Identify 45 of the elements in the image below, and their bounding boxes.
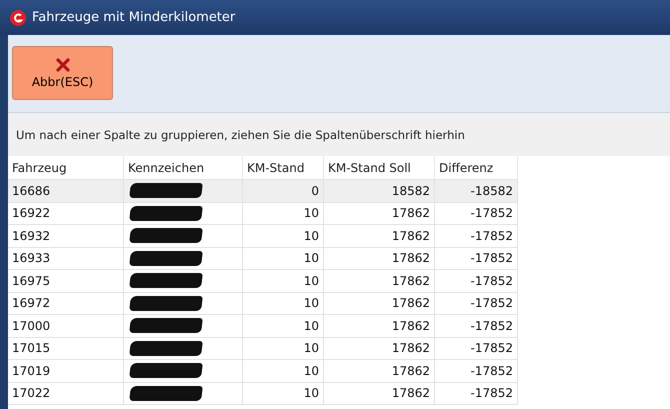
table-cell: 10 xyxy=(242,202,324,224)
table-cell: 17862 xyxy=(324,202,434,224)
table-cell: -17852 xyxy=(434,202,518,224)
table-cell: 10 xyxy=(242,247,324,270)
cancel-button[interactable]: Abbr(ESC) xyxy=(12,46,113,100)
table-cell: 10 xyxy=(242,314,324,337)
group-panel-hint: Um nach einer Spalte zu gruppieren, ziehen Sie die Spaltenüberschrift hierhin xyxy=(16,128,465,142)
table-cell: 16972 xyxy=(8,292,124,314)
table-cell: -17852 xyxy=(434,292,518,314)
table-cell: 18582 xyxy=(324,180,434,202)
table-cell: -17852 xyxy=(434,224,518,247)
app-logo-icon xyxy=(10,10,26,26)
window-title: Fahrzeuge mit Minderkilometer xyxy=(32,10,236,25)
table-cell: -17852 xyxy=(434,360,518,382)
table-cell: 17862 xyxy=(324,314,434,337)
table-cell: -17852 xyxy=(434,314,518,337)
table-cell: 17862 xyxy=(324,292,434,314)
table-cell: 16686 xyxy=(8,180,124,202)
table-cell: 10 xyxy=(242,360,324,382)
table-cell: 17022 xyxy=(8,382,124,404)
table-cell: 17862 xyxy=(324,247,434,270)
table-cell: 16933 xyxy=(8,247,124,270)
table-cell: 17862 xyxy=(324,224,434,247)
close-icon xyxy=(54,57,70,73)
table-cell: -17852 xyxy=(434,337,518,360)
table-cell: 10 xyxy=(242,292,324,314)
table-cell: 17862 xyxy=(324,382,434,404)
table-cell: 10 xyxy=(242,224,324,247)
table-cell: 17019 xyxy=(8,360,124,382)
table-cell: 17862 xyxy=(324,270,434,292)
table-cell: 17862 xyxy=(324,360,434,382)
table-cell: -17852 xyxy=(434,247,518,270)
table-cell: -17852 xyxy=(434,382,518,404)
table-cell: -18582 xyxy=(434,180,518,202)
table-cell: 17000 xyxy=(8,314,124,337)
table-cell: 10 xyxy=(242,337,324,360)
table-cell: -17852 xyxy=(434,270,518,292)
table-cell: 17862 xyxy=(324,337,434,360)
table-cell: 17015 xyxy=(8,337,124,360)
table-cell: 16975 xyxy=(8,270,124,292)
table-cell: 16922 xyxy=(8,202,124,224)
table-cell: 0 xyxy=(242,180,324,202)
table-cell: 10 xyxy=(242,382,324,404)
table-cell: 10 xyxy=(242,270,324,292)
table-cell: 16932 xyxy=(8,224,124,247)
